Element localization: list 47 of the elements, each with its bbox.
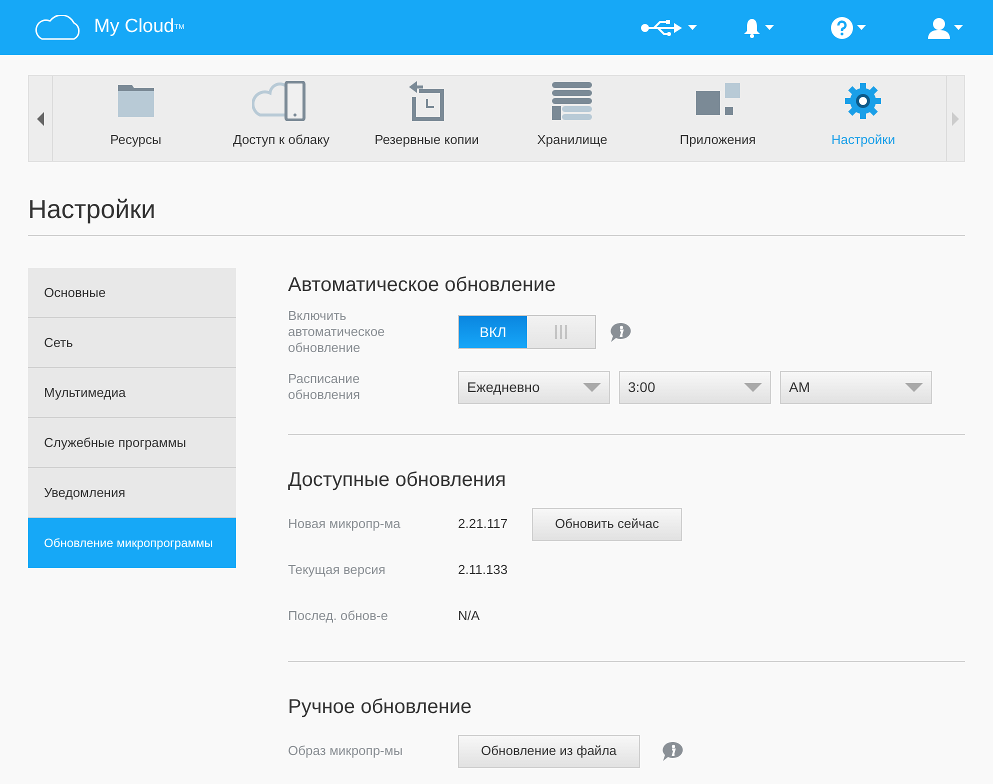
nav-tab[interactable]: Приложения <box>645 76 790 161</box>
field-label: Включить автоматическое обновление <box>288 308 386 356</box>
update-now-button[interactable]: Обновить сейчас <box>532 508 682 540</box>
caret-icon <box>688 25 696 30</box>
nav-tab[interactable]: Ресурсы <box>63 76 208 161</box>
nav-tab[interactable]: Резервные копии <box>354 76 500 161</box>
field-value: 2.11.133 <box>458 562 508 577</box>
user-icon <box>928 16 950 38</box>
database-icon <box>552 80 592 120</box>
field-label: Новая микропр-ма <box>288 516 402 532</box>
caret-icon <box>856 25 866 30</box>
gear-icon <box>845 82 882 118</box>
field-label: Расписание обновления <box>288 371 361 403</box>
field-label: Образ микропр-мы <box>288 743 404 759</box>
caret-icon <box>583 382 601 392</box>
caret-icon <box>905 382 923 392</box>
caret-icon <box>764 25 774 30</box>
sidebar-item[interactable]: Уведомления <box>28 468 236 518</box>
usb-icon <box>640 20 684 36</box>
field-value: N/A <box>458 608 480 623</box>
logo-text: My Cloud$^{TM}$ <box>94 15 184 40</box>
bell-icon <box>742 18 760 38</box>
backup-clock-icon <box>408 80 445 120</box>
help-icon <box>830 16 852 38</box>
dropdown[interactable]: 3:00 <box>619 370 771 404</box>
update-from-file-button[interactable]: Обновление из файла <box>458 734 640 768</box>
page-title: Настройки <box>28 193 156 226</box>
right-arrow-icon <box>952 112 959 126</box>
nav-tab[interactable]: Доступ к облаку <box>208 76 354 161</box>
grip-icon <box>554 325 568 339</box>
section-title: Ручное обновление <box>288 695 473 720</box>
section-title: Автоматическое обновление <box>288 273 557 298</box>
sidebar-item[interactable]: Мультимедиа <box>28 368 236 418</box>
section-title: Доступные обновления <box>288 468 507 493</box>
sidebar-item[interactable]: Сеть <box>28 318 236 368</box>
caret-icon <box>954 25 963 30</box>
nav-tab[interactable]: Хранилище <box>500 76 645 161</box>
left-arrow-icon <box>37 112 44 126</box>
field-label: Послед. обнов-е <box>288 608 389 624</box>
sidebar-item[interactable]: Служебные программы <box>28 418 236 468</box>
field-label: Текущая версия <box>288 562 386 578</box>
dropdown[interactable]: Ежедневно <box>458 370 610 404</box>
sidebar-item[interactable]: Основные <box>28 268 236 318</box>
caret-icon <box>744 382 762 392</box>
field-value: 2.21.117 <box>458 516 508 531</box>
dropdown[interactable]: AM <box>780 370 932 404</box>
folder-icon <box>118 84 154 116</box>
